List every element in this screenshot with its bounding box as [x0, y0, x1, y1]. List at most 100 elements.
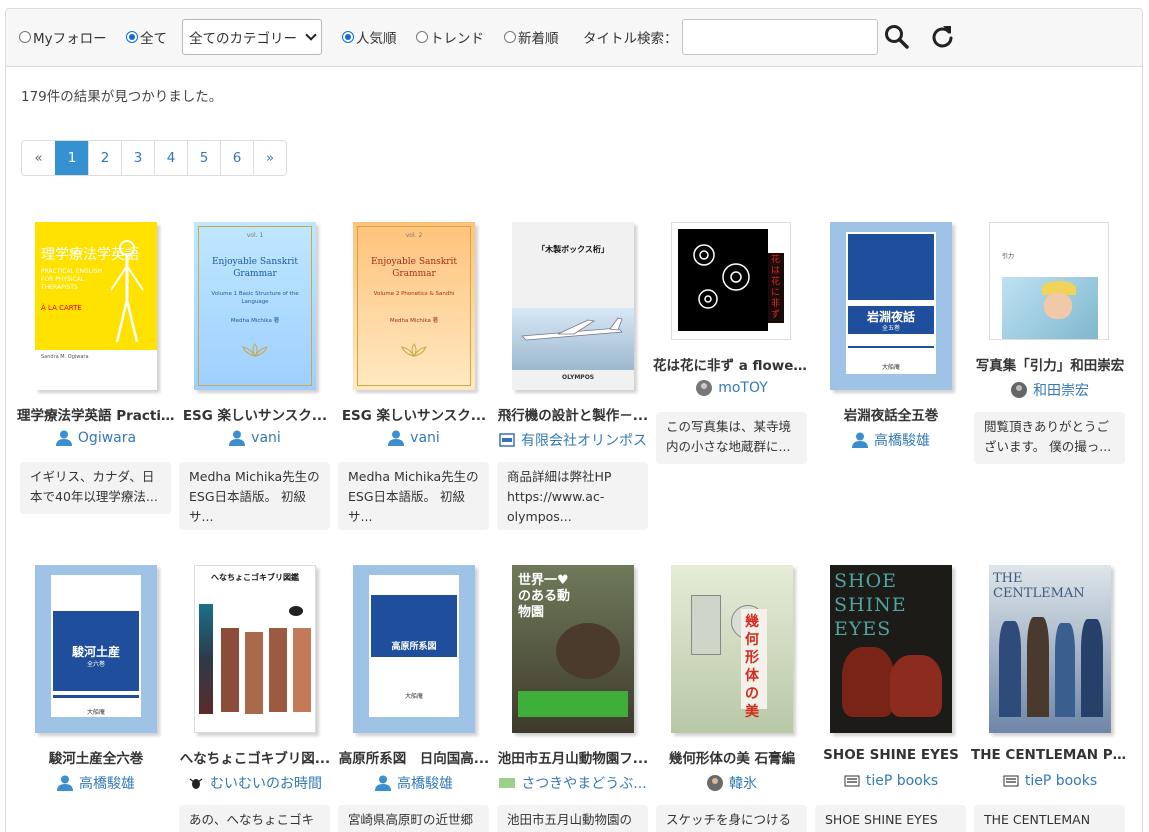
- book-cover[interactable]: 花は花に非ず: [671, 222, 791, 340]
- person-icon: [229, 430, 246, 446]
- page-4[interactable]: 4: [154, 141, 187, 175]
- zoo-logo-icon: [499, 778, 516, 788]
- cover-publisher: OLYMPOS: [562, 374, 595, 381]
- book-description: 商品詳細は弊社HP https://www.ac-olympos...: [497, 462, 648, 530]
- book-cover[interactable]: 世界一♥のある動物園: [512, 565, 634, 733]
- book-cover[interactable]: 幾何形体の美: [671, 565, 793, 733]
- book-author[interactable]: tieP books: [812, 773, 970, 789]
- cover-title: Enjoyable Sanskrit Grammar: [211, 257, 299, 279]
- book-card[interactable]: vol. 2 Enjoyable Sanskrit Grammar Volume…: [335, 222, 493, 530]
- cover-subtitle: Volume 2 Phonetics & Sandhi: [373, 291, 455, 297]
- page-2[interactable]: 2: [88, 141, 121, 175]
- refresh-icon: [932, 26, 953, 48]
- book-description: THE CENTLEMAN: [974, 805, 1125, 832]
- book-card[interactable]: 高原所系図 大船庵 高原所系図 日向国高... 高橋駿雄 宮崎県高原町の近世郷: [335, 565, 493, 832]
- category-select-value: 全てのカテゴリー: [189, 31, 297, 47]
- radio-newest[interactable]: 新着順: [504, 27, 559, 47]
- book-author[interactable]: tieP books: [971, 773, 1129, 789]
- book-card[interactable]: 岩淵夜話 全五巻 大船庵 岩淵夜話全五巻 高橋駿雄: [812, 222, 970, 522]
- page-5[interactable]: 5: [187, 141, 220, 175]
- book-author[interactable]: vani: [176, 430, 334, 446]
- book-title[interactable]: 池田市五月山動物園フ...: [494, 747, 652, 767]
- cover-publisher: 大船庵: [881, 364, 900, 371]
- person-icon: [375, 775, 391, 791]
- page-6[interactable]: 6: [220, 141, 253, 175]
- book-author[interactable]: さつきやまどうぶ...: [494, 773, 652, 793]
- book-author[interactable]: 和田崇宏: [971, 380, 1129, 400]
- radio-popular[interactable]: 人気順: [342, 27, 397, 47]
- author-name: vani: [251, 430, 281, 446]
- book-card[interactable]: 「木製ボックス桁」 OLYMPOS 飛行機の設計と製作－... 有限会社オリンポ…: [494, 222, 652, 530]
- cover-publisher: 大船庵: [404, 693, 423, 700]
- book-title[interactable]: 花は花に非ず a flower...: [653, 354, 811, 374]
- book-card[interactable]: 引力 写真集「引力」和田崇宏 和田崇宏 閲覧頂きありがとうございます。 僕の撮っ…: [971, 222, 1129, 522]
- book-description: 閲覧頂きありがとうございます。 僕の撮っ...: [974, 412, 1125, 464]
- radio-all[interactable]: 全て: [126, 27, 167, 47]
- book-cover[interactable]: 高原所系図 大船庵: [353, 565, 475, 733]
- book-cover[interactable]: へなちょこゴキブリ図鑑: [194, 565, 316, 733]
- book-title[interactable]: 写真集「引力」和田崇宏: [971, 354, 1129, 374]
- book-card[interactable]: へなちょこゴキブリ図鑑 へなちょこゴキブリ図... むいむいのお時間 あの、へな…: [176, 565, 334, 832]
- book-card[interactable]: THE CENTLEMAN THE CENTLEMAN PH... tieP b…: [971, 565, 1129, 832]
- book-cover[interactable]: vol. 2 Enjoyable Sanskrit Grammar Volume…: [353, 222, 475, 390]
- cover-title: SHOE SHINE EYES: [834, 570, 907, 640]
- radio-my-follow[interactable]: Myフォロー: [19, 27, 107, 47]
- book-author[interactable]: 高橋駿雄: [335, 773, 493, 793]
- book-cover[interactable]: vol. 1 Enjoyable Sanskrit Grammar Volume…: [194, 222, 316, 390]
- book-cover[interactable]: 駿河土産 全六巻 大船庵: [35, 565, 157, 733]
- person-icon: [388, 430, 405, 446]
- book-author[interactable]: 韓氷: [653, 773, 811, 793]
- book-card[interactable]: 駿河土産 全六巻 大船庵 駿河土産全六巻 高橋駿雄: [17, 565, 175, 832]
- person-icon: [852, 432, 868, 448]
- reset-button[interactable]: [929, 23, 957, 51]
- book-cover[interactable]: THE CENTLEMAN: [989, 565, 1111, 733]
- book-title[interactable]: ESG 楽しいサンスク...: [176, 404, 334, 424]
- book-card[interactable]: 幾何形体の美 幾何形体の美 石膏編 韓氷 スケッチを身につける: [653, 565, 811, 832]
- book-description: 池田市五月山動物園の: [497, 805, 648, 832]
- book-cover[interactable]: SHOE SHINE EYES: [830, 565, 952, 733]
- page-1[interactable]: 1: [55, 141, 88, 175]
- search-button[interactable]: [883, 23, 911, 51]
- category-select[interactable]: 全てのカテゴリー: [182, 19, 322, 55]
- page-3[interactable]: 3: [121, 141, 154, 175]
- book-card[interactable]: vol. 1 Enjoyable Sanskrit Grammar Volume…: [176, 222, 334, 530]
- book-title[interactable]: 理学療法学英語 Practi...: [17, 404, 175, 424]
- search-icon: [885, 25, 909, 49]
- book-title[interactable]: 飛行機の設計と製作－...: [494, 404, 652, 424]
- book-title[interactable]: THE CENTLEMAN PH...: [971, 747, 1129, 763]
- book-title[interactable]: ESG 楽しいサンスク...: [335, 404, 493, 424]
- book-description: スケッチを身につける: [656, 805, 807, 832]
- book-author[interactable]: 高橋駿雄: [17, 773, 175, 793]
- lotus-icon: [242, 343, 268, 357]
- title-search-input[interactable]: [682, 19, 878, 55]
- book-author[interactable]: 高橋駿雄: [812, 430, 970, 450]
- book-title[interactable]: 駿河土産全六巻: [17, 747, 175, 767]
- book-cover[interactable]: 「木製ボックス桁」 OLYMPOS: [512, 222, 634, 390]
- book-cover[interactable]: 引力: [989, 222, 1109, 340]
- book-title[interactable]: 幾何形体の美 石膏編: [653, 747, 811, 767]
- cover-author: Sandra M. Ogiwara: [41, 354, 89, 360]
- radio-label: 人気順: [356, 31, 397, 47]
- book-title[interactable]: 高原所系図 日向国高...: [335, 747, 493, 767]
- radio-trend[interactable]: トレンド: [416, 27, 484, 47]
- book-author[interactable]: vani: [335, 430, 493, 446]
- book-title[interactable]: 岩淵夜話全五巻: [812, 404, 970, 424]
- book-author[interactable]: moTOY: [653, 380, 811, 396]
- book-cover[interactable]: 岩淵夜話 全五巻 大船庵: [830, 222, 952, 390]
- airplane-illustration: [521, 317, 623, 341]
- bug-avatar-icon: [189, 778, 203, 789]
- page-next[interactable]: »: [253, 141, 286, 175]
- book-card[interactable]: SHOE SHINE EYES SHOE SHINE EYES tieP boo…: [812, 565, 970, 832]
- book-title[interactable]: へなちょこゴキブリ図...: [176, 747, 334, 767]
- book-author[interactable]: Ogiwara: [17, 430, 175, 446]
- book-card[interactable]: 花は花に非ず 花は花に非ず a flower... moTOY この写真集は、某…: [653, 222, 811, 522]
- book-title[interactable]: SHOE SHINE EYES: [812, 747, 970, 763]
- title-search-label: タイトル検索：: [583, 31, 678, 47]
- book-author[interactable]: 有限会社オリンポス: [494, 430, 652, 450]
- book-author[interactable]: むいむいのお時間: [176, 773, 334, 793]
- book-card[interactable]: 理学療法学英語 PRACTICAL ENGLISH FOR PHYSICAL T…: [17, 222, 175, 522]
- book-cover[interactable]: 理学療法学英語 PRACTICAL ENGLISH FOR PHYSICAL T…: [35, 222, 157, 390]
- page-prev[interactable]: «: [22, 141, 55, 175]
- author-name: vani: [410, 430, 440, 446]
- book-card[interactable]: 世界一♥のある動物園 池田市五月山動物園フ... さつきやまどうぶ... 池田市…: [494, 565, 652, 832]
